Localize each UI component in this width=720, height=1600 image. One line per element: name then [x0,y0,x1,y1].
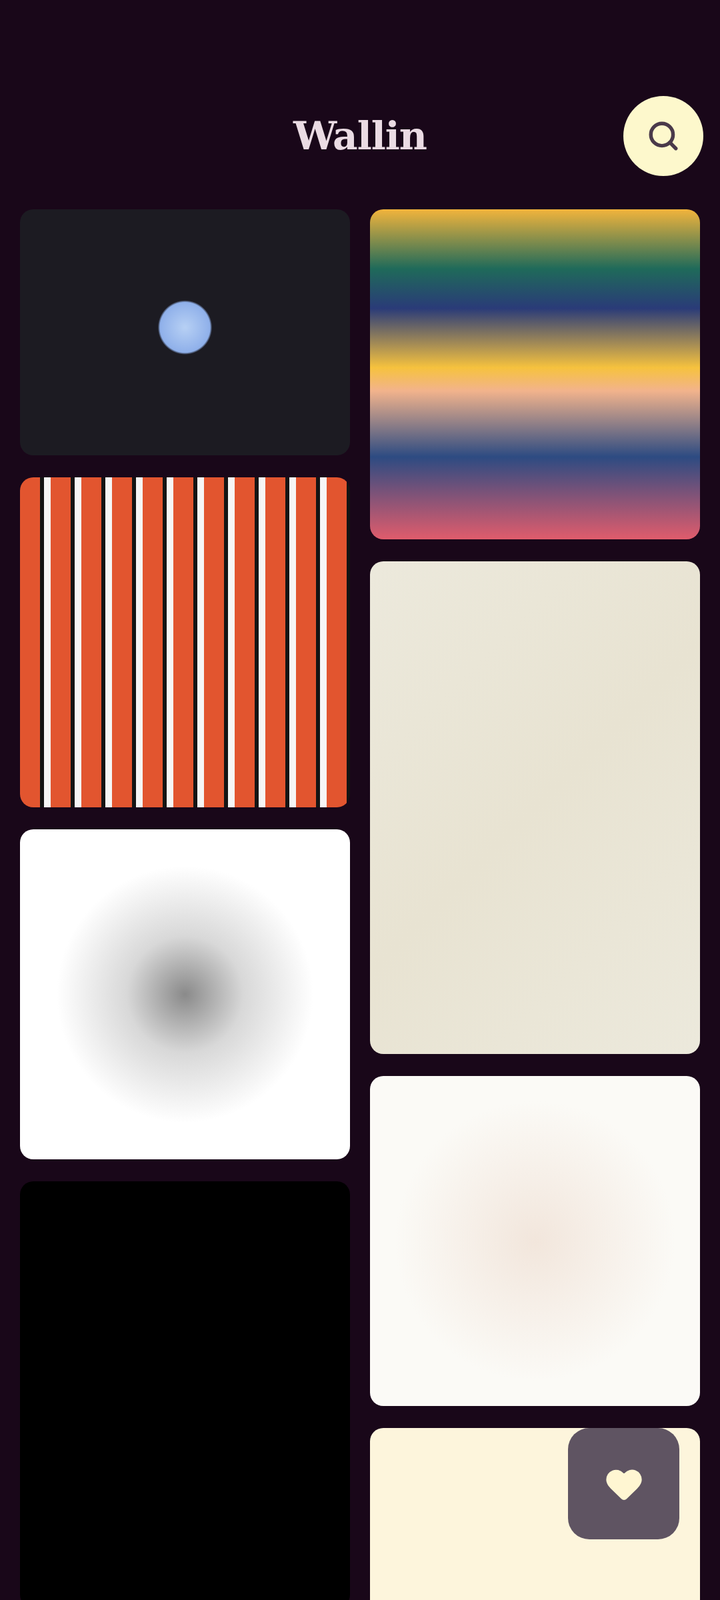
wallpaper-tile[interactable] [20,477,350,808]
wallpaper-tile[interactable] [370,209,700,540]
wallpaper-grid [0,209,720,1600]
wallpaper-tile[interactable] [370,1076,700,1406]
search-icon [646,119,680,153]
header: Wallin [0,0,720,210]
wallpaper-tile[interactable] [370,561,700,1054]
wallpaper-tile[interactable] [20,1181,350,1600]
favorites-button[interactable] [568,1428,680,1540]
app-title: Wallin [293,113,427,159]
app-screen: Wallin [0,0,720,1600]
heart-icon [602,1462,646,1506]
left-column [20,209,350,1600]
search-button[interactable] [623,96,704,176]
wallpaper-tile[interactable] [20,829,350,1160]
wallpaper-tile[interactable] [20,209,350,456]
right-column [370,209,700,1600]
